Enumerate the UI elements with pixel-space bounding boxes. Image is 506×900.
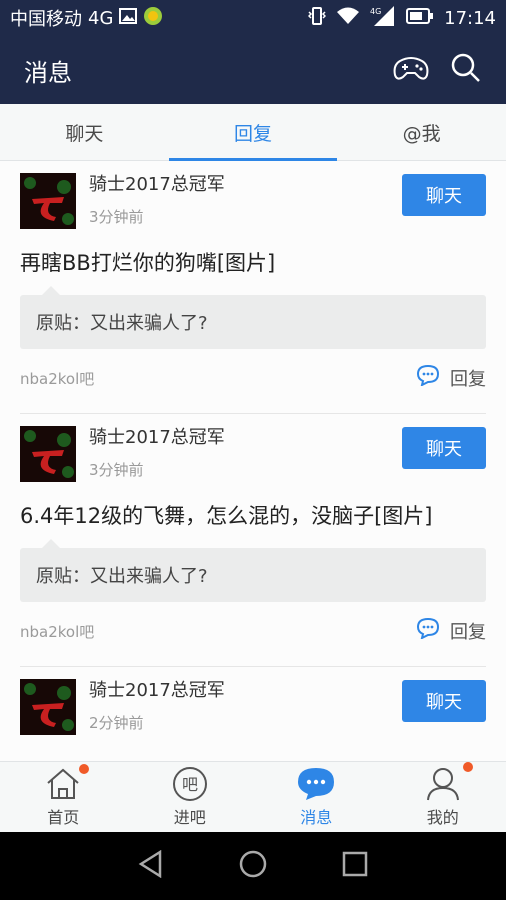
cellular-signal-icon: 4G: [370, 5, 396, 31]
nav-home[interactable]: 首页: [0, 762, 127, 833]
nav-messages[interactable]: 消息: [253, 762, 380, 833]
list-item[interactable]: 骑士2017总冠军 3分钟前 聊天 再瞎BB打烂你的狗嘴[图片] 原贴：又出来骗…: [20, 161, 486, 414]
forum-name[interactable]: nba2kol吧: [20, 368, 94, 389]
carrier-label: 中国移动: [10, 9, 82, 30]
timestamp: 2分钟前: [89, 714, 144, 732]
username[interactable]: 骑士2017总冠军: [89, 676, 225, 702]
avatar[interactable]: [20, 679, 76, 735]
tab-reply[interactable]: 回复: [168, 104, 338, 161]
forum-name[interactable]: nba2kol吧: [20, 621, 94, 642]
nav-ba[interactable]: 吧 进吧: [127, 762, 254, 833]
status-bar: 中国移动 4G 4G 17:14: [0, 0, 506, 36]
nav-profile[interactable]: 我的: [380, 762, 506, 833]
svg-text:4G: 4G: [370, 7, 381, 16]
timestamp: 3分钟前: [89, 208, 144, 226]
page-title: 消息: [24, 58, 72, 87]
tab-bar: 聊天 回复 @我: [0, 104, 506, 161]
username[interactable]: 骑士2017总冠军: [89, 170, 225, 196]
home-icon: [45, 766, 81, 802]
network-label: 4G: [88, 7, 114, 29]
battery-icon: [406, 7, 434, 29]
clock: 17:14: [444, 7, 496, 29]
back-icon[interactable]: [138, 849, 164, 882]
original-post-quote[interactable]: 原贴：又出来骗人了?: [20, 539, 486, 602]
reply-list: 骑士2017总冠军 3分钟前 聊天 再瞎BB打烂你的狗嘴[图片] 原贴：又出来骗…: [0, 161, 506, 761]
list-item[interactable]: 骑士2017总冠军 3分钟前 聊天 6.4年12级的飞舞，怎么混的，没脑子[图片…: [20, 414, 486, 667]
search-icon[interactable]: [450, 52, 482, 88]
reply-content[interactable]: 6.4年12级的飞舞，怎么混的，没脑子[图片]: [20, 500, 433, 530]
message-icon: [296, 766, 336, 802]
notification-badge: [79, 764, 89, 774]
bottom-navigation: 首页 吧 进吧 消息 我的: [0, 761, 506, 833]
system-navigation-bar: [0, 832, 506, 900]
recent-apps-icon[interactable]: [342, 851, 368, 881]
wifi-icon: [336, 7, 360, 30]
timestamp: 3分钟前: [89, 461, 144, 479]
ba-icon: 吧: [172, 766, 208, 802]
game-controller-icon[interactable]: [392, 53, 430, 87]
comment-icon: [416, 364, 440, 391]
chat-button[interactable]: 聊天: [402, 680, 486, 722]
reply-content[interactable]: 再瞎BB打烂你的狗嘴[图片]: [20, 247, 275, 277]
avatar[interactable]: [20, 173, 76, 229]
tab-chat[interactable]: 聊天: [0, 104, 169, 160]
original-post-quote[interactable]: 原贴：又出来骗人了?: [20, 286, 486, 349]
home-circle-icon[interactable]: [239, 850, 267, 882]
username[interactable]: 骑士2017总冠军: [89, 423, 225, 449]
chat-button[interactable]: 聊天: [402, 427, 486, 469]
app-notification-icon: [143, 6, 163, 31]
comment-icon: [416, 617, 440, 644]
tab-mentions[interactable]: @我: [337, 104, 506, 160]
list-item[interactable]: 骑士2017总冠军 2分钟前 聊天: [20, 667, 486, 761]
svg-text:吧: 吧: [182, 775, 198, 794]
profile-icon: [425, 766, 461, 802]
avatar[interactable]: [20, 426, 76, 482]
vibrate-icon: [308, 6, 327, 31]
app-bar: 消息: [0, 36, 506, 104]
image-notification-icon: [119, 7, 138, 29]
reply-button[interactable]: 回复: [416, 364, 486, 391]
notification-badge: [462, 762, 473, 772]
reply-button[interactable]: 回复: [416, 617, 486, 644]
chat-button[interactable]: 聊天: [402, 174, 486, 216]
